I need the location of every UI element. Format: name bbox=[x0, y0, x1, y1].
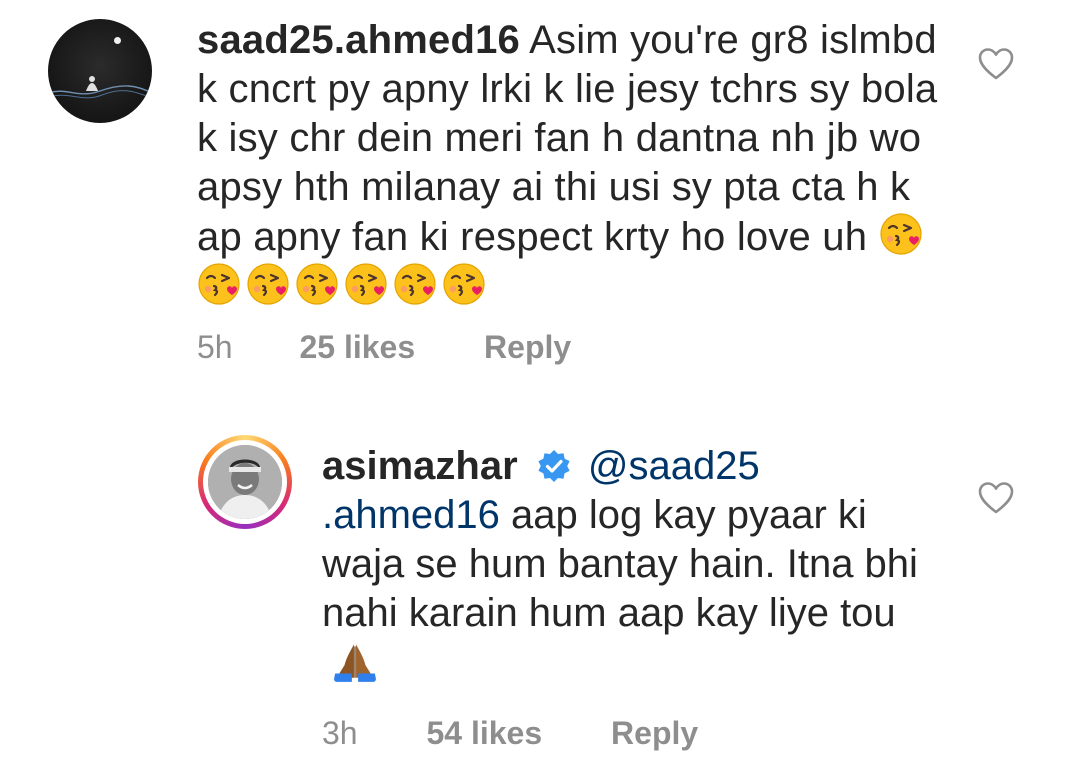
avatar-photo bbox=[208, 445, 282, 519]
comment-username[interactable]: saad25.ahmed16 bbox=[197, 18, 520, 62]
comment-body: saad25.ahmed16 Asim you're gr8 islmbd k … bbox=[197, 16, 957, 312]
face-throwing-kiss-emoji-icon bbox=[197, 262, 241, 306]
comment-meta: 5h 25 likes Reply bbox=[197, 325, 571, 369]
reply-reply-button[interactable]: Reply bbox=[611, 711, 698, 755]
face-throwing-kiss-emoji-icon bbox=[393, 262, 437, 306]
reply-time: 3h bbox=[322, 715, 358, 751]
moon-shape bbox=[114, 37, 121, 44]
face-throwing-kiss-emoji-icon bbox=[344, 262, 388, 306]
folded-hands-emoji-icon bbox=[333, 643, 377, 683]
reply-like-heart-icon[interactable] bbox=[978, 481, 1014, 515]
face-throwing-kiss-emoji-icon bbox=[442, 262, 486, 306]
avatar-ring-gap bbox=[203, 440, 287, 524]
face-throwing-kiss-emoji-icon bbox=[879, 212, 922, 256]
reply-meta: 3h 54 likes Reply bbox=[322, 711, 698, 755]
reply-avatar-story-ring[interactable] bbox=[198, 435, 292, 529]
verified-badge-icon bbox=[538, 450, 570, 482]
reply-likes[interactable]: 54 likes bbox=[426, 711, 542, 755]
reply-body: asimazhar @saad25 .ahmed16 aap log kay p… bbox=[322, 442, 942, 690]
comment-likes[interactable]: 25 likes bbox=[299, 325, 415, 369]
like-heart-icon[interactable] bbox=[978, 47, 1014, 81]
face-throwing-kiss-emoji-icon bbox=[246, 262, 290, 306]
commenter-avatar[interactable] bbox=[48, 19, 152, 123]
comment-reply-button[interactable]: Reply bbox=[484, 325, 571, 369]
reply-username[interactable]: asimazhar bbox=[322, 444, 518, 488]
avatar-artwork bbox=[48, 76, 152, 99]
comment-time: 5h bbox=[197, 329, 233, 365]
face-throwing-kiss-emoji-icon bbox=[295, 262, 339, 306]
reply-avatar bbox=[208, 445, 282, 519]
comment: saad25.ahmed16 Asim you're gr8 islmbd k … bbox=[0, 0, 1080, 390]
